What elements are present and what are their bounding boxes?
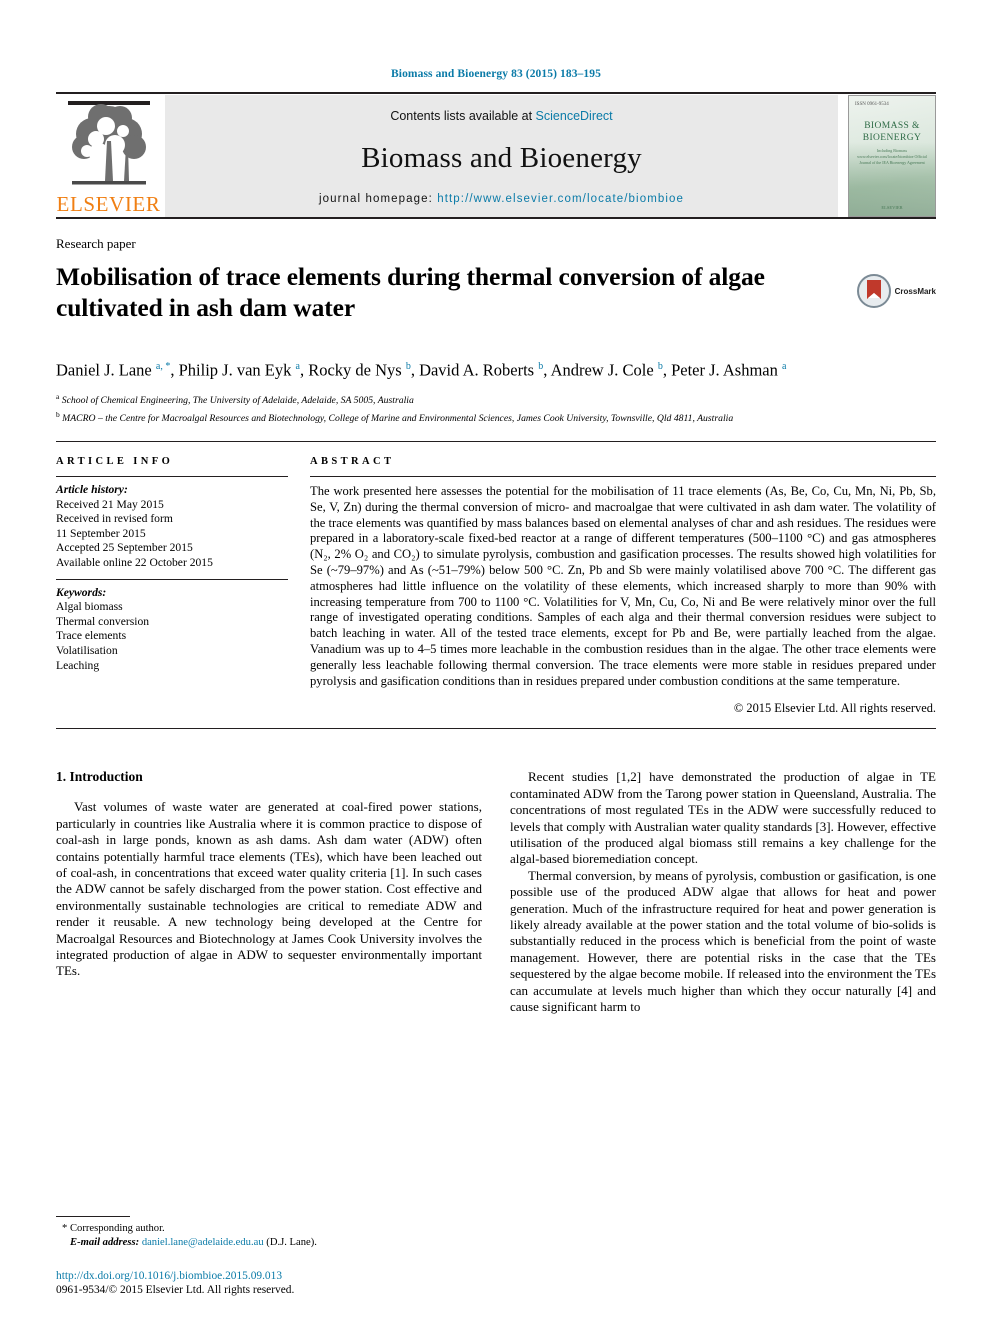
cover-publisher: ELSEVIER bbox=[881, 205, 903, 210]
keyword-item: Thermal conversion bbox=[56, 614, 150, 628]
corresponding-author-text: Corresponding author. bbox=[69, 1223, 165, 1234]
doi-link[interactable]: http://dx.doi.org/10.1016/j.biombioe.201… bbox=[56, 1269, 556, 1283]
author-list: Daniel J. Lane a, *, Philip J. van Eyk a… bbox=[56, 360, 787, 380]
cover-subtitle: Including Biomass www.elsevier.com/locat… bbox=[857, 148, 927, 165]
masthead-bottom-rule bbox=[56, 217, 936, 219]
elsevier-tree-icon bbox=[67, 101, 150, 185]
affiliation-marker-b: b bbox=[56, 409, 60, 419]
affiliation-b-text: MACRO – the Centre for Macroalgal Resour… bbox=[62, 413, 734, 425]
cover-title: BIOMASS & BIOENERGY bbox=[849, 120, 935, 144]
email-link[interactable]: daniel.lane@adelaide.edu.au bbox=[142, 1237, 264, 1248]
paper-page: Biomass and Bioenergy 83 (2015) 183–195 bbox=[0, 0, 992, 1323]
affiliation-marker-a: a bbox=[56, 391, 60, 401]
article-title: Mobilisation of trace elements during th… bbox=[56, 262, 765, 322]
abstract-column: ABSTRACT The work presented here assesse… bbox=[304, 456, 936, 716]
keyword-item: Trace elements bbox=[56, 629, 127, 643]
abstract-copyright: © 2015 Elsevier Ltd. All rights reserved… bbox=[733, 701, 936, 716]
contents-available-line: Contents lists available at ScienceDirec… bbox=[390, 109, 612, 123]
journal-title: Biomass and Bioenergy bbox=[361, 141, 642, 174]
author-affil-marker: b bbox=[538, 361, 544, 373]
footnote-area: * Corresponding author. E-mail address: … bbox=[56, 1216, 492, 1249]
affiliation-b: b MACRO – the Centre for Macroalgal Reso… bbox=[56, 408, 936, 425]
history-item: Accepted 25 September 2015 bbox=[56, 541, 193, 555]
cover-title-line1: BIOMASS & bbox=[864, 121, 920, 131]
sciencedirect-link[interactable]: ScienceDirect bbox=[536, 109, 613, 123]
history-item: Available online 22 October 2015 bbox=[56, 556, 213, 570]
body-column-right: Recent studies [1,2] have demonstrated t… bbox=[510, 769, 936, 1015]
corresponding-author-note: * Corresponding author. bbox=[56, 1222, 492, 1236]
journal-masthead: ELSEVIER Contents lists available at Sci… bbox=[56, 95, 936, 217]
body-columns: 1. Introduction Vast volumes of waste wa… bbox=[56, 769, 936, 1015]
cover-issn-label: ISSN 0961-9534 bbox=[855, 102, 889, 107]
asterisk-icon: * bbox=[62, 1223, 68, 1234]
journal-cover-thumbnail: ISSN 0961-9534 BIOMASS & BIOENERGY Inclu… bbox=[848, 95, 936, 217]
intro-paragraph-right-2: Thermal conversion, by means of pyrolysi… bbox=[510, 867, 936, 1015]
article-history-group: Article history: Received 21 May 2015 Re… bbox=[56, 477, 288, 579]
crossmark-icon bbox=[856, 274, 891, 308]
keywords-group: Keywords: Algal biomass Thermal conversi… bbox=[56, 580, 288, 682]
cover-title-line2: BIOENERGY bbox=[862, 133, 922, 143]
keywords-label: Keywords: bbox=[56, 585, 107, 599]
article-info-heading: ARTICLE INFO bbox=[56, 456, 174, 468]
contents-prefix: Contents lists available at bbox=[390, 109, 536, 123]
abstract-text: The work presented here assesses the pot… bbox=[310, 484, 936, 688]
author-affil-marker: a bbox=[295, 361, 300, 373]
page-footer: http://dx.doi.org/10.1016/j.biombioe.201… bbox=[56, 1269, 556, 1297]
email-owner: (D.J. Lane). bbox=[266, 1236, 317, 1248]
masthead-center-panel: Contents lists available at ScienceDirec… bbox=[165, 95, 838, 217]
author-affil-marker: b bbox=[405, 361, 411, 373]
email-note: E-mail address: daniel.lane@adelaide.edu… bbox=[56, 1236, 492, 1250]
crossmark-badge[interactable]: CrossMark bbox=[856, 274, 936, 308]
history-item: Received 21 May 2015 bbox=[56, 497, 164, 511]
article-info-column: ARTICLE INFO Article history: Received 2… bbox=[56, 456, 304, 716]
keyword-item: Algal biomass bbox=[56, 600, 123, 614]
elsevier-wordmark: ELSEVIER bbox=[56, 192, 161, 216]
running-head: Biomass and Bioenergy 83 (2015) 183–195 bbox=[391, 68, 601, 80]
info-abstract-bottom-rule bbox=[56, 728, 936, 730]
keyword-item: Volatilisation bbox=[56, 643, 118, 657]
footnote-rule bbox=[56, 1216, 130, 1217]
affiliation-a: a School of Chemical Engineering, The Un… bbox=[56, 390, 936, 407]
history-item: Received in revised form bbox=[56, 512, 173, 526]
intro-paragraph-left: Vast volumes of waste water are generate… bbox=[56, 799, 482, 979]
info-abstract-top-rule bbox=[56, 441, 936, 443]
crossmark-label: CrossMark bbox=[894, 286, 936, 296]
intro-paragraph-right-1: Recent studies [1,2] have demonstrated t… bbox=[510, 769, 936, 867]
body-column-left: 1. Introduction Vast volumes of waste wa… bbox=[56, 769, 482, 1015]
history-item: 11 September 2015 bbox=[56, 526, 146, 540]
email-label: E-mail address: bbox=[70, 1236, 140, 1248]
info-abstract-block: ARTICLE INFO Article history: Received 2… bbox=[56, 456, 936, 716]
journal-homepage-link[interactable]: http://www.elsevier.com/locate/biombioe bbox=[437, 193, 684, 205]
section-heading-introduction: 1. Introduction bbox=[56, 769, 143, 785]
affiliation-a-text: School of Chemical Engineering, The Univ… bbox=[61, 394, 414, 406]
keyword-item: Leaching bbox=[56, 658, 100, 672]
author-affil-marker: a, * bbox=[155, 361, 171, 373]
journal-homepage-line: journal homepage: http://www.elsevier.co… bbox=[319, 193, 684, 205]
abstract-heading: ABSTRACT bbox=[310, 456, 395, 468]
issn-copyright-line: 0961-9534/© 2015 Elsevier Ltd. All right… bbox=[56, 1284, 295, 1296]
masthead-top-rule bbox=[56, 92, 936, 94]
author-affil-marker: a bbox=[781, 361, 787, 373]
homepage-prefix: journal homepage: bbox=[318, 193, 438, 205]
article-history-label: Article history: bbox=[56, 483, 128, 497]
article-type-label: Research paper bbox=[56, 236, 136, 251]
elsevier-logo: ELSEVIER bbox=[56, 95, 161, 217]
author-affil-marker: b bbox=[657, 361, 663, 373]
title-row: Mobilisation of trace elements during th… bbox=[56, 252, 936, 340]
